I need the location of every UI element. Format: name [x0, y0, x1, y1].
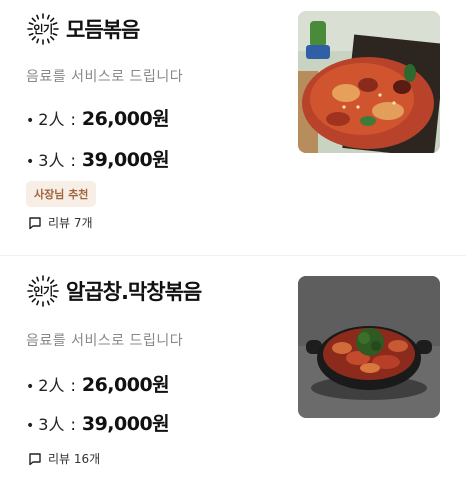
price-option[interactable]: • 3人 : 39,000원	[26, 145, 170, 172]
separator: :	[70, 110, 76, 129]
menu-name: 알곱창.막창볶음	[66, 280, 202, 304]
price-value: 26,000원	[81, 108, 170, 130]
review-count[interactable]: 리뷰 7개	[28, 214, 93, 231]
price-value: 39,000원	[81, 413, 170, 435]
menu-item[interactable]: 인기 모듬볶음 음료를 서비스로 드립니다 • 2人 : 26,000원 • 3…	[0, 0, 466, 255]
price-option[interactable]: • 3人 : 39,000원	[26, 409, 170, 436]
separator: :	[70, 415, 76, 434]
menu-title-row: 인기 모듬볶음	[26, 12, 140, 46]
price-value: 39,000원	[81, 149, 170, 171]
menu-description: 음료를 서비스로 드립니다	[26, 333, 184, 349]
speech-bubble-icon	[29, 452, 41, 465]
menu-photo[interactable]	[298, 276, 440, 418]
size-label: 3人	[38, 415, 65, 434]
bullet: •	[26, 113, 35, 129]
size-label: 2人	[38, 376, 65, 395]
price-option[interactable]: • 2人 : 26,000원	[26, 370, 170, 397]
size-label: 3人	[38, 151, 65, 170]
separator: :	[70, 376, 76, 395]
separator: :	[70, 151, 76, 170]
food-image	[298, 11, 440, 153]
popular-badge: 인기	[26, 12, 60, 46]
menu-photo[interactable]	[298, 11, 440, 153]
popular-badge-label: 인기	[33, 285, 53, 298]
review-count-label: 리뷰 7개	[48, 216, 93, 230]
review-count[interactable]: 리뷰 16개	[28, 450, 100, 467]
bullet: •	[26, 418, 35, 434]
food-image	[298, 276, 440, 418]
owner-recommend-tag: 사장님 추천	[26, 181, 97, 207]
speech-bubble-icon	[29, 216, 41, 229]
menu-name: 모듬볶음	[66, 18, 140, 42]
menu-title-row: 인기 알곱창.막창볶음	[26, 274, 202, 308]
menu-item[interactable]: 인기 알곱창.막창볶음 음료를 서비스로 드립니다 • 2人 : 26,000원…	[0, 256, 466, 484]
price-value: 26,000원	[81, 374, 170, 396]
bullet: •	[26, 154, 35, 170]
bullet: •	[26, 379, 35, 395]
popular-badge: 인기	[26, 274, 60, 308]
popular-badge-label: 인기	[33, 23, 53, 36]
price-option[interactable]: • 2人 : 26,000원	[26, 104, 170, 131]
review-count-label: 리뷰 16개	[48, 452, 101, 466]
menu-description: 음료를 서비스로 드립니다	[26, 69, 184, 85]
size-label: 2人	[38, 110, 65, 129]
